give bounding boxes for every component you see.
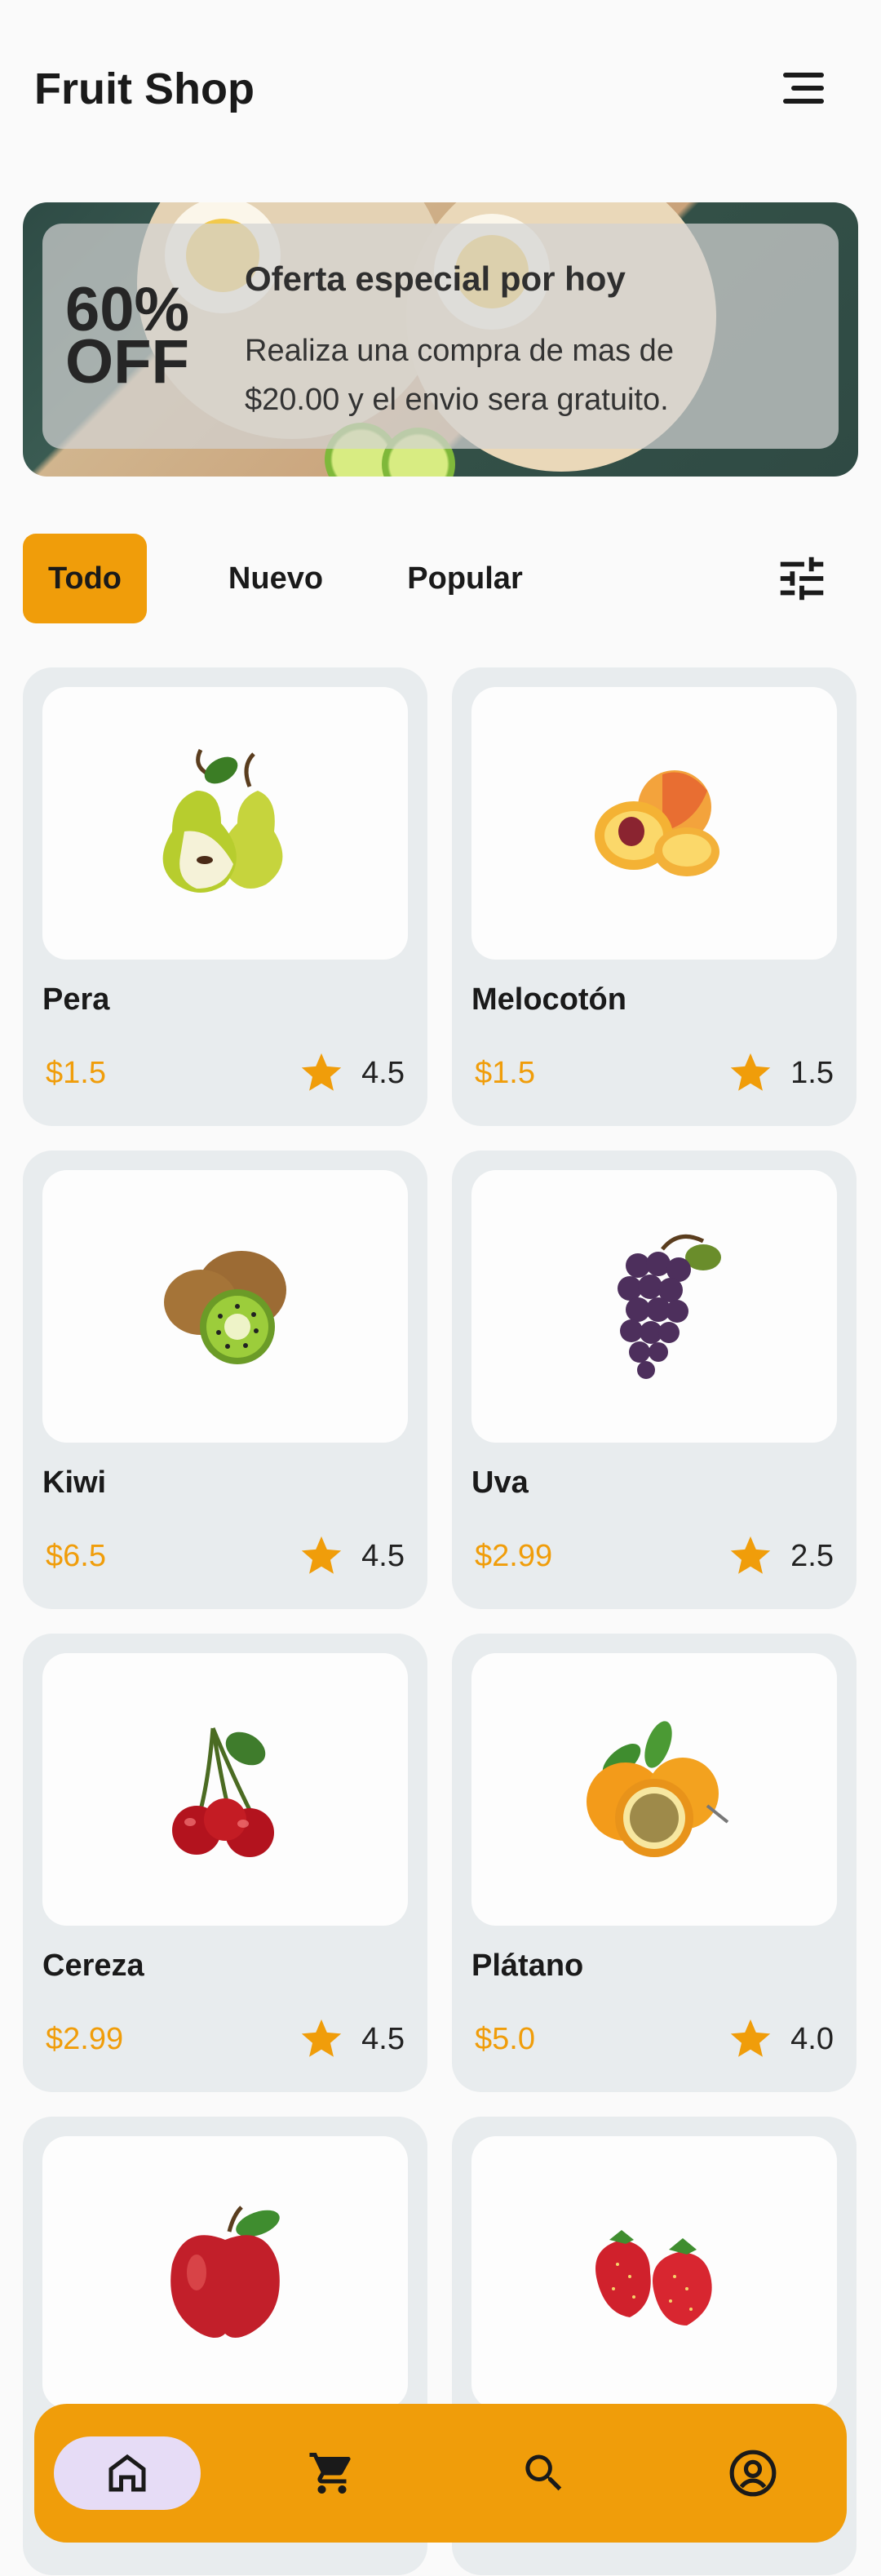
product-name: Plátano xyxy=(471,1949,584,1983)
product-name: Pera xyxy=(42,982,110,1017)
product-rating: 2.5 xyxy=(727,1527,834,1585)
tab-nuevo[interactable]: Nuevo xyxy=(186,534,365,623)
rating-value: 1.5 xyxy=(790,1055,834,1090)
cherry-icon xyxy=(172,1727,274,1857)
banner-text: Realiza una compra de mas de $20.00 y el… xyxy=(245,334,674,417)
product-name: Cereza xyxy=(42,1949,144,1983)
search-icon[interactable] xyxy=(507,2436,581,2510)
product-image xyxy=(471,1170,837,1443)
strawberry-icon xyxy=(595,2230,712,2325)
product-card-cereza[interactable]: Cereza $2.99 4.5 xyxy=(23,1634,427,2092)
tune-icon[interactable] xyxy=(773,550,830,607)
star-icon xyxy=(731,2019,771,2057)
bottom-navigation xyxy=(34,2404,847,2543)
product-image xyxy=(42,1653,408,1926)
grapes-icon xyxy=(618,1234,721,1379)
product-image xyxy=(471,1653,837,1926)
category-tabs: Todo Nuevo Popular xyxy=(23,534,858,623)
app-title: Fruit Shop xyxy=(34,64,255,113)
account-icon[interactable] xyxy=(716,2436,790,2510)
product-card-uva[interactable]: Uva $2.99 2.5 xyxy=(452,1151,857,1609)
home-icon[interactable] xyxy=(54,2436,201,2510)
menu-icon[interactable] xyxy=(759,64,824,113)
cart-icon[interactable] xyxy=(295,2436,369,2510)
pear-icon xyxy=(162,748,283,893)
rating-value: 2.5 xyxy=(790,1538,834,1573)
product-image xyxy=(42,2136,408,2409)
product-price: $2.99 xyxy=(475,1539,553,1573)
product-image xyxy=(471,2136,837,2409)
product-rating: 1.5 xyxy=(727,1044,834,1102)
promo-banner[interactable]: 60% OFF Oferta especial por hoy Realiza u… xyxy=(23,202,858,477)
product-name: Uva xyxy=(471,1465,529,1500)
product-image xyxy=(471,687,837,960)
product-name: Melocotón xyxy=(471,982,626,1017)
product-card-kiwi[interactable]: Kiwi $6.5 4.5 xyxy=(23,1151,427,1609)
product-price: $5.0 xyxy=(475,2022,535,2056)
product-price: $1.5 xyxy=(46,1056,106,1090)
product-card-platano[interactable]: Plátano $5.0 4.0 xyxy=(452,1634,857,2092)
rating-value: 4.5 xyxy=(361,2021,405,2056)
product-rating: 4.0 xyxy=(727,2011,834,2068)
banner-title: Oferta especial por hoy xyxy=(245,259,626,298)
passion-fruit-icon xyxy=(587,1721,729,1857)
product-price: $1.5 xyxy=(475,1056,535,1090)
star-icon xyxy=(731,1536,771,1574)
product-price: $6.5 xyxy=(46,1539,106,1573)
star-icon xyxy=(731,1053,771,1091)
product-card-pera[interactable]: Pera $1.5 4.5 xyxy=(23,667,427,1126)
product-image xyxy=(42,1170,408,1443)
apple-icon xyxy=(170,2206,280,2338)
peach-icon xyxy=(595,770,719,876)
star-icon xyxy=(302,1536,342,1574)
rating-value: 4.5 xyxy=(361,1055,405,1090)
tab-popular[interactable]: Popular xyxy=(367,534,563,623)
tab-todo[interactable]: Todo xyxy=(23,534,147,623)
product-card-melocoton[interactable]: Melocotón $1.5 1.5 xyxy=(452,667,857,1126)
star-icon xyxy=(302,2019,342,2057)
rating-value: 4.5 xyxy=(361,1538,405,1573)
product-price: $2.99 xyxy=(46,2022,124,2056)
banner-discount: 60% OFF xyxy=(65,275,190,397)
app-header: Fruit Shop xyxy=(0,0,881,180)
star-icon xyxy=(302,1053,342,1091)
kiwi-icon xyxy=(164,1251,286,1364)
product-rating: 4.5 xyxy=(298,2011,405,2068)
rating-value: 4.0 xyxy=(790,2021,834,2056)
product-image xyxy=(42,687,408,960)
product-rating: 4.5 xyxy=(298,1527,405,1585)
product-rating: 4.5 xyxy=(298,1044,405,1102)
product-name: Kiwi xyxy=(42,1465,107,1500)
